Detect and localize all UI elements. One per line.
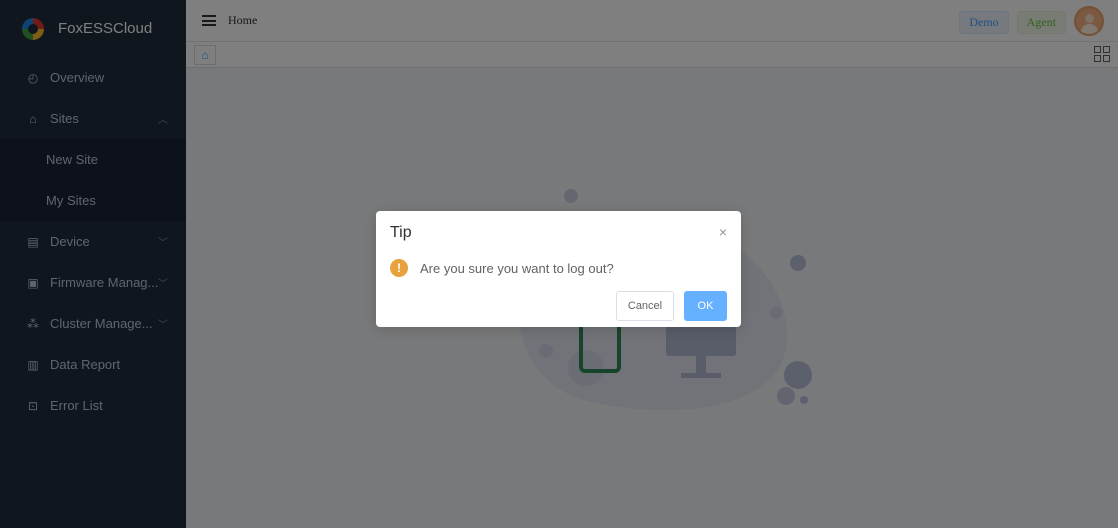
ok-button[interactable]: OK bbox=[684, 291, 727, 321]
cancel-button[interactable]: Cancel bbox=[616, 291, 674, 321]
close-icon[interactable]: × bbox=[719, 224, 727, 240]
dialog-message: Are you sure you want to log out? bbox=[420, 261, 614, 276]
dialog-title: Tip bbox=[390, 224, 412, 241]
logout-confirm-dialog: Tip × ! Are you sure you want to log out… bbox=[376, 211, 741, 327]
warning-icon: ! bbox=[390, 259, 408, 277]
